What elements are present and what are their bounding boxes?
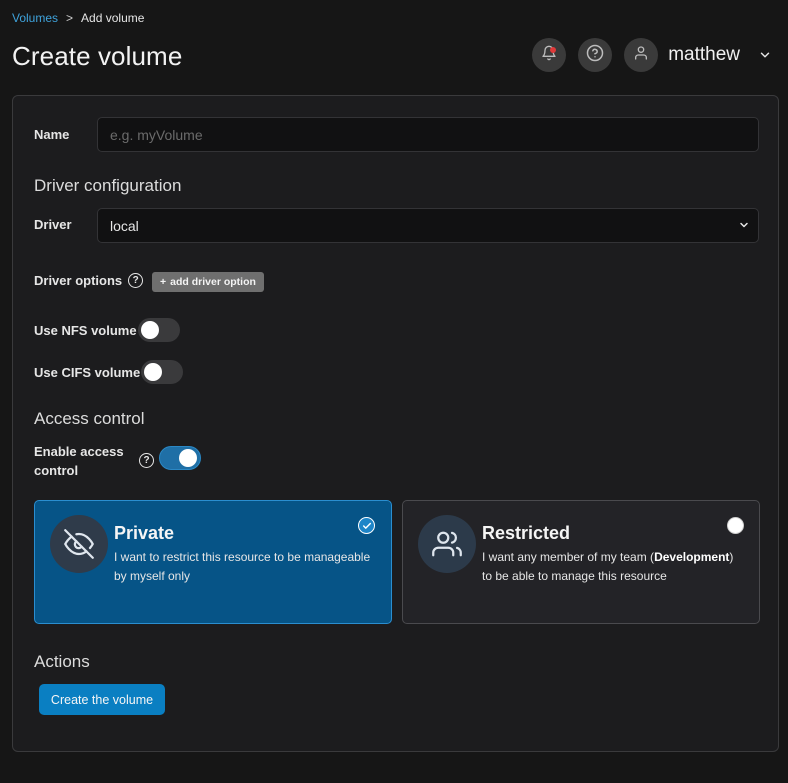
check-icon: [358, 517, 375, 534]
user-name[interactable]: matthew: [668, 44, 740, 66]
breadcrumb: Volumes > Add volume: [12, 11, 144, 25]
access-control-heading: Access control: [34, 409, 145, 428]
create-volume-button[interactable]: Create the volume: [39, 684, 165, 715]
radio-unselected[interactable]: [727, 517, 744, 534]
page-title: Create volume: [12, 41, 183, 71]
toggle-knob: [179, 449, 197, 467]
breadcrumb-current: Add volume: [81, 11, 145, 25]
form-panel: Name Driver configuration Driver local D…: [12, 95, 779, 752]
breadcrumb-link-volumes[interactable]: Volumes: [12, 11, 58, 25]
users-icon: [418, 515, 476, 573]
nfs-label: Use NFS volume: [34, 323, 137, 338]
cifs-toggle[interactable]: [141, 360, 183, 384]
notifications-button[interactable]: [532, 38, 567, 72]
enable-access-line1: Enable access: [34, 444, 124, 459]
access-option-restricted[interactable]: Restricted I want any member of my team …: [402, 500, 760, 624]
cifs-label: Use CIFS volume: [34, 365, 141, 380]
help-button[interactable]: [578, 38, 613, 72]
private-description: I want to restrict this resource to be m…: [114, 550, 371, 583]
header-actions: matthew: [532, 38, 772, 72]
nfs-toggle[interactable]: [138, 318, 180, 342]
help-icon[interactable]: ?: [128, 273, 144, 288]
name-input[interactable]: [97, 117, 759, 152]
chevron-down-icon: [738, 218, 750, 234]
driver-select[interactable]: local: [97, 208, 759, 243]
toggle-knob: [141, 321, 159, 339]
breadcrumb-separator: >: [66, 11, 74, 25]
help-circle-icon: [586, 44, 604, 67]
toggle-knob: [144, 363, 162, 381]
restricted-description: I want any member of my team (Developmen…: [482, 548, 742, 586]
restricted-title: Restricted: [482, 523, 571, 543]
name-label: Name: [34, 127, 70, 142]
driver-selected-value: local: [110, 217, 139, 234]
eye-off-icon: [50, 515, 108, 573]
access-control-toggle[interactable]: [159, 446, 201, 470]
help-icon[interactable]: ?: [139, 453, 154, 468]
add-driver-option-label: add driver option: [170, 276, 256, 288]
user-icon: [633, 45, 649, 66]
access-option-private[interactable]: Private I want to restrict this resource…: [34, 500, 392, 624]
driver-label: Driver: [34, 217, 72, 232]
actions-heading: Actions: [34, 652, 90, 671]
add-driver-option-button[interactable]: + add driver option: [152, 272, 264, 292]
restricted-desc-before: I want any member of my team (: [482, 550, 655, 564]
enable-access-line2: control: [34, 463, 79, 478]
avatar[interactable]: [624, 38, 659, 72]
chevron-down-icon[interactable]: [758, 48, 772, 62]
plus-icon: +: [160, 276, 167, 288]
driver-options-label: Driver options ?: [34, 273, 144, 288]
enable-access-control-label: Enable access control: [34, 442, 124, 480]
team-name: Development: [654, 550, 730, 564]
private-title: Private: [114, 523, 175, 543]
driver-options-text: Driver options: [34, 273, 123, 288]
driver-config-heading: Driver configuration: [34, 176, 182, 195]
